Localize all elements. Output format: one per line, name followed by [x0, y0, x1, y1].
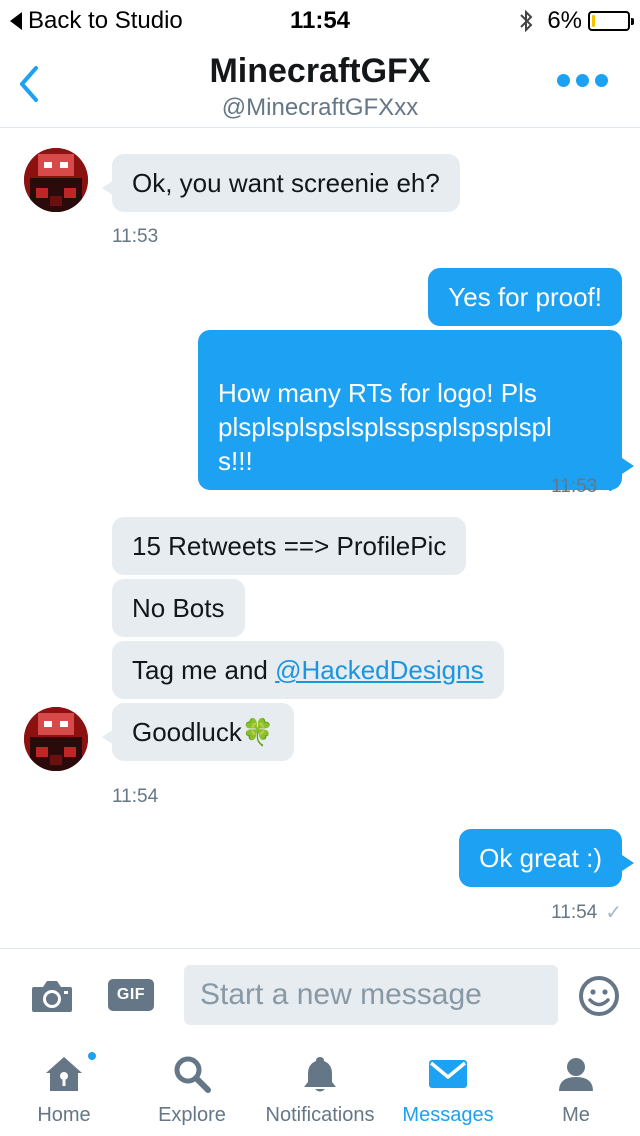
four-leaf-clover-emoji: 🍀 [241, 717, 275, 747]
home-icon [46, 1057, 82, 1091]
message-timestamp: 11:54 ✓ [551, 900, 622, 925]
message-timestamp: 11:53 ✓ [551, 474, 622, 499]
tab-label: Me [562, 1104, 590, 1126]
message-composer: GIF [0, 948, 640, 1040]
person-icon [559, 1058, 593, 1091]
gif-button[interactable]: GIF [108, 979, 154, 1011]
envelope-icon [429, 1060, 467, 1088]
message-bubble-incoming[interactable]: No Bots [112, 579, 245, 637]
tab-explore[interactable]: Explore [128, 1040, 256, 1136]
status-bar: Back to Studio 11:54 6% [0, 0, 640, 40]
message-text: Yes for proof! [448, 282, 602, 312]
tab-label: Explore [158, 1104, 226, 1126]
tab-home[interactable]: Home [0, 1040, 128, 1136]
message-bubble-incoming[interactable]: Tag me and @HackedDesigns [112, 641, 504, 699]
message-text: 15 Retweets ==> ProfilePic [132, 531, 447, 561]
status-indicators: 6% [519, 7, 634, 35]
conversation-handle: @MinecraftGFXxx [221, 94, 419, 121]
tab-label: Notifications [265, 1104, 375, 1126]
message-text: No Bots [132, 593, 225, 623]
message-timestamp: 11:54 [112, 786, 159, 807]
tab-messages[interactable]: Messages [384, 1040, 512, 1136]
more-dot-icon [557, 74, 570, 87]
emoji-icon[interactable] [578, 975, 620, 1017]
message-bubble-outgoing[interactable]: How many RTs for logo! Pls plsplsplspsls… [198, 330, 634, 490]
message-text: Tag me and [132, 655, 276, 685]
message-bubble-incoming[interactable]: Ok, you want screenie eh? [102, 154, 460, 212]
bluetooth-icon [520, 9, 533, 33]
more-dot-icon [595, 74, 608, 87]
battery-icon [588, 11, 634, 31]
delivered-receipt-icon: ✓ [605, 902, 622, 924]
tab-me[interactable]: Me [512, 1040, 640, 1136]
bell-icon [304, 1057, 336, 1092]
search-icon [174, 1056, 211, 1093]
message-text: How many RTs for logo! Pls plsplsplspsls… [218, 378, 552, 476]
avatar[interactable] [24, 707, 88, 771]
battery-percent: 6% [547, 7, 582, 34]
minecraft-skin-avatar-icon [24, 707, 88, 771]
tab-label: Messages [402, 1104, 494, 1126]
message-timestamp: 11:53 [112, 226, 159, 247]
timestamp-text: 11:54 [551, 901, 598, 923]
more-options-button[interactable] [557, 74, 608, 87]
camera-icon[interactable] [30, 979, 74, 1013]
timestamp-text: 11:53 [551, 475, 598, 497]
message-bubble-outgoing[interactable]: Yes for proof! [428, 268, 622, 326]
avatar[interactable] [24, 148, 88, 212]
message-bubble-outgoing[interactable]: Ok great :) [459, 829, 634, 887]
message-bubble-incoming[interactable]: 15 Retweets ==> ProfilePic [112, 517, 467, 575]
message-text: Ok, you want screenie eh? [132, 168, 440, 198]
conversation-title: MinecraftGFX [209, 52, 431, 90]
minecraft-skin-avatar-icon [24, 148, 88, 212]
more-dot-icon [576, 74, 589, 87]
read-receipt-icon: ✓ [605, 476, 622, 498]
notification-dot [86, 1050, 98, 1062]
conversation-header: MinecraftGFX @MinecraftGFXxx [0, 40, 640, 128]
message-text: Ok great :) [479, 843, 602, 873]
tab-bar: Home Explore Notifications Messages Me [0, 1040, 640, 1136]
mention-link[interactable]: @HackedDesigns [275, 655, 483, 685]
message-input[interactable] [184, 965, 558, 1025]
message-text: Goodluck [132, 717, 242, 747]
message-bubble-incoming[interactable]: Goodluck🍀 [101, 703, 295, 761]
battery-level [592, 15, 595, 27]
tab-notifications[interactable]: Notifications [256, 1040, 384, 1136]
